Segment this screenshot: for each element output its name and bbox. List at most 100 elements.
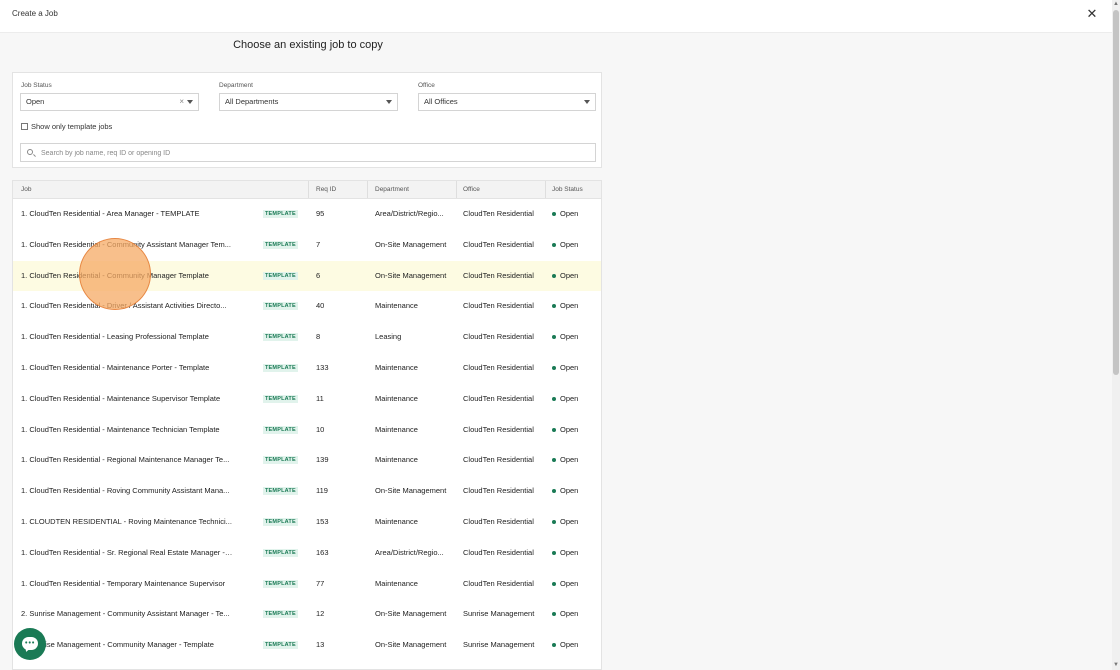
- job-status-cell: Open: [552, 507, 600, 537]
- template-badge: TEMPLATE: [263, 456, 298, 465]
- department-cell: Maintenance: [375, 424, 418, 434]
- chevron-down-icon[interactable]: [386, 100, 392, 104]
- job-name: 1. CloudTen Residential - Maintenance Su…: [21, 393, 221, 403]
- status-dot-icon: [552, 273, 556, 278]
- status-dot-icon: [552, 427, 556, 432]
- job-name: 1. CLOUDTEN RESIDENTIAL - Roving Mainten…: [21, 516, 232, 526]
- department-cell: Area/District/Regio...: [375, 547, 444, 557]
- job-status-select[interactable]: Open ×: [20, 93, 199, 111]
- column-header-job-status[interactable]: Job Status: [552, 181, 583, 198]
- template-only-label[interactable]: Show only template jobs: [31, 122, 112, 131]
- office-select[interactable]: All Offices: [418, 93, 596, 111]
- job-status-text: Open: [560, 301, 579, 311]
- table-row[interactable]: 1. CloudTen Residential - Area Manager -…: [13, 199, 601, 230]
- status-dot-icon: [552, 581, 556, 586]
- scroll-down-arrow-icon[interactable]: ▼: [1113, 662, 1119, 668]
- office-cell: Sunrise Management: [463, 609, 535, 619]
- job-status-cell: Open: [552, 384, 600, 414]
- job-name: 1. CloudTen Residential - Maintenance Po…: [21, 362, 210, 372]
- req-id: 6: [316, 270, 321, 280]
- department-cell: Maintenance: [375, 362, 418, 372]
- job-name: 1. CloudTen Residential - Leasing Profes…: [21, 332, 209, 342]
- page-scrollbar[interactable]: ▲ ▼: [1112, 0, 1120, 670]
- office-cell: CloudTen Residential: [463, 393, 534, 403]
- status-dot-icon: [552, 396, 556, 401]
- status-dot-icon: [552, 550, 556, 555]
- req-id: 8: [316, 332, 321, 342]
- req-id: 13: [316, 640, 325, 650]
- table-row[interactable]: 1. CloudTen Residential - Maintenance Po…: [13, 353, 601, 384]
- department-cell: Maintenance: [375, 393, 418, 403]
- job-search-input[interactable]: [39, 146, 593, 161]
- req-id: 95: [316, 209, 325, 218]
- column-divider: [456, 181, 457, 198]
- column-header-req-id[interactable]: Req ID: [316, 181, 336, 198]
- job-name: 1. CloudTen Residential - Driver / Assis…: [21, 301, 227, 311]
- job-name: 1. CloudTen Residential - Sr. Regional R…: [21, 547, 233, 557]
- department-select[interactable]: All Departments: [219, 93, 398, 111]
- column-header-office[interactable]: Office: [463, 181, 480, 198]
- table-row[interactable]: 1. CloudTen Residential - Sr. Regional R…: [13, 538, 601, 569]
- job-status-text: Open: [560, 362, 579, 372]
- template-badge: TEMPLATE: [263, 517, 298, 526]
- job-name: 1. CloudTen Residential - Roving Communi…: [21, 486, 230, 496]
- page-heading: Choose an existing job to copy: [233, 39, 383, 51]
- job-status-text: Open: [560, 332, 579, 342]
- chevron-down-icon[interactable]: [187, 100, 193, 104]
- clear-icon[interactable]: ×: [179, 94, 184, 110]
- table-row[interactable]: 1. CloudTen Residential - Temporary Main…: [13, 569, 601, 600]
- column-header-job[interactable]: Job: [21, 181, 31, 198]
- office-cell: CloudTen Residential: [463, 516, 534, 526]
- job-status-text: Open: [560, 609, 579, 619]
- table-row[interactable]: 2. Sunrise Management - Community Manage…: [13, 630, 601, 661]
- req-id: 11: [316, 393, 324, 403]
- table-row[interactable]: 1. CloudTen Residential - Roving Communi…: [13, 476, 601, 507]
- job-status-cell: Open: [552, 569, 600, 599]
- template-only-checkbox[interactable]: [21, 123, 28, 130]
- table-row[interactable]: 1. CloudTen Residential - Community Mana…: [13, 260, 601, 292]
- filter-panel: Job Status Open × Department All Departm…: [12, 72, 602, 168]
- status-dot-icon: [552, 242, 556, 247]
- department-cell: Maintenance: [375, 455, 418, 465]
- job-status-text: Open: [560, 209, 579, 218]
- table-header: Job Req ID Department Office Job Status: [13, 181, 601, 199]
- scroll-up-arrow-icon[interactable]: ▲: [1113, 1, 1119, 7]
- req-id: 163: [316, 547, 329, 557]
- template-badge: TEMPLATE: [263, 302, 298, 311]
- job-status-cell: Open: [552, 538, 600, 568]
- office-cell: CloudTen Residential: [463, 547, 534, 557]
- template-badge: TEMPLATE: [263, 240, 298, 249]
- table-row[interactable]: 1. CloudTen Residential - Driver / Assis…: [13, 291, 601, 322]
- table-row[interactable]: 1. CloudTen Residential - Maintenance Su…: [13, 384, 601, 415]
- job-status-text: Open: [560, 516, 579, 526]
- template-badge: TEMPLATE: [263, 548, 298, 557]
- job-name: 1. CloudTen Residential - Area Manager -…: [21, 209, 200, 218]
- table-row[interactable]: 1. CloudTen Residential - Community Assi…: [13, 230, 601, 261]
- column-header-department[interactable]: Department: [375, 181, 409, 198]
- status-dot-icon: [552, 519, 556, 524]
- job-status-label: Job Status: [21, 82, 52, 89]
- status-dot-icon: [552, 335, 556, 340]
- office-cell: CloudTen Residential: [463, 270, 534, 280]
- department-cell: On-Site Management: [375, 270, 447, 280]
- template-badge: TEMPLATE: [263, 363, 298, 372]
- department-cell: Leasing: [375, 332, 402, 342]
- job-status-cell: Open: [552, 261, 600, 291]
- job-status-cell: Open: [552, 445, 600, 475]
- job-status-text: Open: [560, 486, 579, 496]
- table-row[interactable]: 1. CloudTen Residential - Maintenance Te…: [13, 415, 601, 446]
- job-status-text: Open: [560, 578, 579, 588]
- chat-dots-icon: •••: [25, 640, 36, 647]
- chevron-down-icon[interactable]: [584, 100, 590, 104]
- search-icon: [27, 149, 33, 155]
- chat-button[interactable]: •••: [14, 628, 46, 660]
- status-dot-icon: [552, 612, 556, 617]
- table-row[interactable]: 1. CLOUDTEN RESIDENTIAL - Roving Mainten…: [13, 507, 601, 538]
- close-icon[interactable]: ✕: [1086, 7, 1098, 21]
- scrollbar-thumb[interactable]: [1113, 10, 1119, 375]
- table-row[interactable]: 2. Sunrise Management - Community Assist…: [13, 599, 601, 630]
- table-row[interactable]: 1. CloudTen Residential - Leasing Profes…: [13, 322, 601, 353]
- job-status-cell: Open: [552, 199, 600, 229]
- table-row[interactable]: 1. CloudTen Residential - Regional Maint…: [13, 445, 601, 476]
- job-search-box[interactable]: [20, 143, 596, 162]
